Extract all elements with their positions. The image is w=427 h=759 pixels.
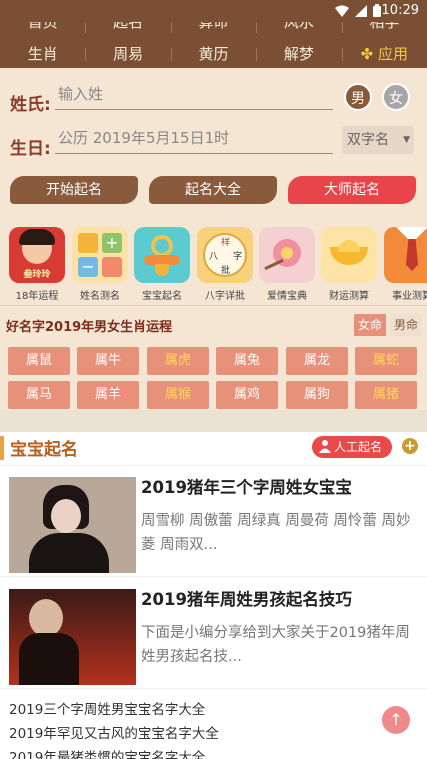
baby-pacifier-icon <box>134 227 190 283</box>
fortune-master-name: 叁玲玲 <box>23 270 51 280</box>
zodiac-rabbit[interactable]: 属兔 <box>216 347 278 375</box>
battery-icon <box>373 4 381 17</box>
article-link-list: 2019三个字周姓男宝宝名字大全 2019年罕见又古风的宝宝名字大全 2019年… <box>9 698 219 759</box>
nav-apps[interactable]: ✤ 应用 <box>341 40 427 68</box>
app-icon-row: 叁玲玲 18年运程 + − 姓名测名 宝宝起名 祥 八 字 批 八字详批 爱情宝… <box>0 225 427 305</box>
birthday-label: 生日: <box>10 139 51 159</box>
app-bazi[interactable]: 祥 八 字 批 八字详批 <box>194 227 256 302</box>
manual-naming-label: 人工起名 <box>334 440 383 454</box>
nav-row-2: 生肖 周易 黄历 解梦 ✤ 应用 <box>0 40 427 68</box>
section-accent-bar <box>0 436 4 460</box>
female-button[interactable]: 女 <box>382 83 410 111</box>
nav-almanac[interactable]: 黄历 <box>170 40 256 68</box>
zodiac-snake[interactable]: 属蛇 <box>355 347 417 375</box>
app-label: 18年运程 <box>15 291 59 302</box>
dropdown-arrow-icon: ▼ <box>403 135 410 145</box>
app-wealth[interactable]: 财运测算 <box>318 227 380 302</box>
zodiac-dragon[interactable]: 属龙 <box>286 347 348 375</box>
add-icon[interactable]: + <box>402 438 418 454</box>
wealth-ingot-icon <box>321 227 377 283</box>
zodiac-rat[interactable]: 属鼠 <box>8 347 70 375</box>
love-flower-icon <box>259 227 315 283</box>
clover-icon: ✤ <box>360 45 374 63</box>
article-desc: 下面是小编分享给到大家关于2019猪年周姓男孩起名技... <box>141 625 410 665</box>
back-to-top-button[interactable]: ↑ <box>382 706 410 734</box>
wifi-icon <box>335 5 349 17</box>
tab-female[interactable]: 女命 <box>354 314 386 336</box>
person-icon <box>319 440 331 453</box>
app-love[interactable]: 爱情宝典 <box>256 227 318 302</box>
article-title: 2019猪年三个字周姓女宝宝 <box>141 478 352 497</box>
naming-form: 姓氏: 输入姓 男 女 生日: 公历 2019年5月15日1时 双字名 ▼ 开始… <box>0 68 427 225</box>
app-fortune-18[interactable]: 叁玲玲 18年运程 <box>6 227 68 302</box>
app-career[interactable]: 事业测算 <box>381 227 427 302</box>
bazi-icon: 祥 八 字 批 <box>197 227 253 283</box>
baby-naming-section: 宝宝起名 人工起名 + 2019猪年三个字周姓女宝宝 周雪柳 周傲蕾 周绿真 周… <box>0 432 427 759</box>
app-label: 宝宝起名 <box>142 291 182 302</box>
zodiac-fortune-panel: 好名字2019年男女生肖运程 女命 男命 属鼠 属牛 属虎 属兔 属龙 属蛇 属… <box>0 305 427 410</box>
app-label: 事业测算 <box>392 291 427 302</box>
article-link[interactable]: 2019年最猪类惯的宝宝名字大全 <box>9 746 219 759</box>
nav-zhouyi[interactable]: 周易 <box>85 40 170 68</box>
article-item[interactable]: 2019猪年周姓男孩起名技巧 下面是小编分享给到大家关于2019猪年周姓男孩起名… <box>0 579 427 689</box>
name-length-value: 双字名 <box>347 132 389 148</box>
surname-input[interactable]: 输入姓 <box>55 82 333 110</box>
app-label: 财运测算 <box>329 291 369 302</box>
app-baby-naming[interactable]: 宝宝起名 <box>131 227 193 302</box>
signal-icon <box>355 4 367 17</box>
zodiac-rooster[interactable]: 属鸡 <box>216 381 278 409</box>
tab-male[interactable]: 男命 <box>390 314 422 336</box>
master-naming-button[interactable]: 大师起名 <box>288 176 416 204</box>
name-length-select[interactable]: 双字名 ▼ <box>342 126 414 154</box>
section-header: 宝宝起名 人工起名 + <box>0 432 427 466</box>
naming-collection-button[interactable]: 起名大全 <box>149 176 277 204</box>
zodiac-dog[interactable]: 属狗 <box>286 381 348 409</box>
article-thumbnail <box>9 477 136 573</box>
article-thumbnail <box>9 589 136 685</box>
app-label: 爱情宝典 <box>267 291 307 302</box>
section-divider <box>0 410 427 432</box>
app-name-test[interactable]: + − 姓名测名 <box>69 227 131 302</box>
zodiac-monkey[interactable]: 属猴 <box>147 381 209 409</box>
nav-zodiac[interactable]: 生肖 <box>0 40 85 68</box>
male-button[interactable]: 男 <box>344 83 372 111</box>
career-tie-icon <box>384 227 427 283</box>
surname-label: 姓氏: <box>10 95 51 115</box>
arrow-up-icon: ↑ <box>389 710 403 729</box>
article-title: 2019猪年周姓男孩起名技巧 <box>141 590 352 609</box>
zodiac-ox[interactable]: 属牛 <box>77 347 139 375</box>
zodiac-tiger[interactable]: 属虎 <box>147 347 209 375</box>
zodiac-title: 好名字2019年男女生肖运程 <box>6 320 173 335</box>
birthday-input[interactable]: 公历 2019年5月15日1时 <box>55 126 333 154</box>
zodiac-goat[interactable]: 属羊 <box>77 381 139 409</box>
article-desc: 周雪柳 周傲蕾 周绿真 周曼荷 周怜蕾 周妙菱 周雨双... <box>141 513 411 553</box>
clock: 10:29 <box>381 3 419 18</box>
article-link[interactable]: 2019三个字周姓男宝宝名字大全 <box>9 698 219 722</box>
nav-apps-label: 应用 <box>378 45 409 63</box>
fortune-18-icon: 叁玲玲 <box>9 227 65 283</box>
app-label: 八字详批 <box>205 291 245 302</box>
manual-naming-button[interactable]: 人工起名 <box>312 436 392 458</box>
zodiac-pig[interactable]: 属猪 <box>355 381 417 409</box>
name-test-icon: + − <box>72 227 128 283</box>
zodiac-horse[interactable]: 属马 <box>8 381 70 409</box>
article-item[interactable]: 2019猪年三个字周姓女宝宝 周雪柳 周傲蕾 周绿真 周曼荷 周怜蕾 周妙菱 周… <box>0 467 427 577</box>
start-naming-button[interactable]: 开始起名 <box>10 176 138 204</box>
nav-dream[interactable]: 解梦 <box>256 40 341 68</box>
article-link[interactable]: 2019年罕见又古风的宝宝名字大全 <box>9 722 219 746</box>
status-bar: 10:29 <box>0 0 427 22</box>
app-label: 姓名测名 <box>80 291 120 302</box>
section-title: 宝宝起名 <box>10 440 78 460</box>
